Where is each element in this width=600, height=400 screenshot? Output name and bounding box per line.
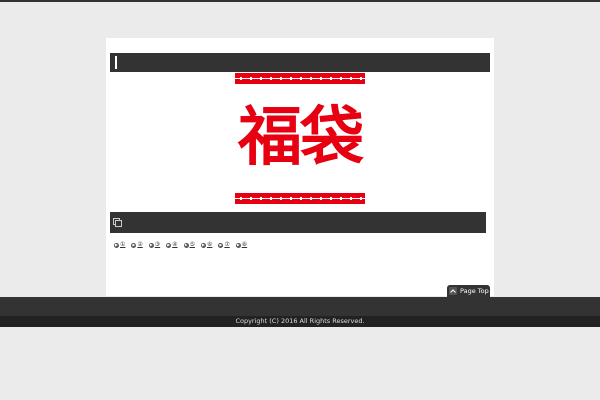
footer-bar xyxy=(0,297,600,316)
number-link-3[interactable]: ③ xyxy=(148,240,160,250)
link-label[interactable]: ② xyxy=(137,240,142,250)
banner-ornament-top xyxy=(235,73,365,84)
number-link-6[interactable]: ⑥ xyxy=(200,240,212,250)
top-rule xyxy=(0,0,600,2)
number-link-list: ① ② ③ ④ ⑤ ⑥ ⑦ ⑧ xyxy=(114,240,253,250)
title-bar xyxy=(110,53,490,72)
title-cursor xyxy=(115,56,117,69)
section-bar xyxy=(110,212,486,233)
banner-title: 福袋 xyxy=(238,101,364,175)
page-container: 福袋 ① ② ③ ④ ⑤ ⑥ ⑦ ⑧ xyxy=(106,38,494,296)
copy-icon[interactable] xyxy=(113,218,122,227)
number-link-2[interactable]: ② xyxy=(131,240,143,250)
link-label[interactable]: ④ xyxy=(172,240,177,250)
arrow-bullet-icon xyxy=(131,242,137,248)
link-label[interactable]: ① xyxy=(120,240,125,250)
link-label[interactable]: ③ xyxy=(155,240,160,250)
number-link-4[interactable]: ④ xyxy=(166,240,178,250)
arrow-bullet-icon xyxy=(200,242,206,248)
arrow-bullet-icon xyxy=(218,242,224,248)
arrow-bullet-icon xyxy=(235,242,241,248)
number-link-8[interactable]: ⑧ xyxy=(235,240,247,250)
link-label[interactable]: ⑦ xyxy=(224,240,229,250)
number-link-5[interactable]: ⑤ xyxy=(183,240,195,250)
number-link-1[interactable]: ① xyxy=(114,240,125,250)
page-top-button[interactable]: Page Top xyxy=(447,285,490,297)
link-label[interactable]: ⑥ xyxy=(207,240,212,250)
arrow-bullet-icon xyxy=(183,242,189,248)
banner-ornament-bottom xyxy=(235,193,365,204)
link-label[interactable]: ⑧ xyxy=(242,240,247,250)
number-link-7[interactable]: ⑦ xyxy=(218,240,230,250)
copyright-text: Copyright (C) 2016 All Rights Reserved. xyxy=(235,317,365,325)
page-top-label: Page Top xyxy=(460,287,489,295)
arrow-bullet-icon xyxy=(114,242,119,248)
arrow-bullet-icon xyxy=(148,242,154,248)
link-label[interactable]: ⑤ xyxy=(190,240,195,250)
footer-copyright-bar: Copyright (C) 2016 All Rights Reserved. xyxy=(0,316,600,327)
arrow-bullet-icon xyxy=(166,242,172,248)
fukubukuro-banner[interactable]: 福袋 xyxy=(235,73,365,205)
chevron-up-icon xyxy=(449,287,457,295)
